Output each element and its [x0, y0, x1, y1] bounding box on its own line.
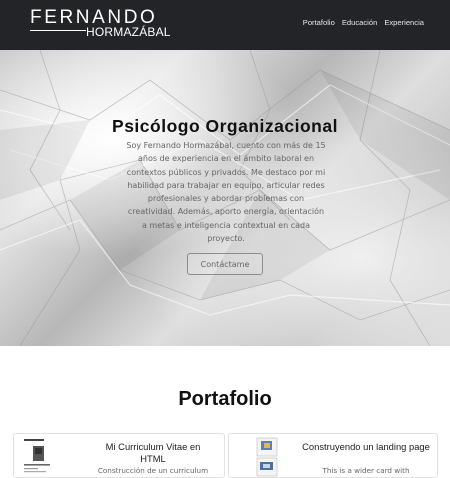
nav-link-educacion[interactable]: Educación	[342, 18, 377, 27]
card-title: Mi Curriculum Vitae en HTML	[105, 441, 201, 464]
navbar: FERNANDO HORMAZÁBAL Portafolio Educación…	[0, 0, 450, 50]
hero-description-line: profesionales y abordar problemas con	[147, 194, 305, 204]
hero-description-line: a metas e inteligencia contextual en cad…	[141, 220, 310, 230]
nav-link-portafolio[interactable]: Portafolio	[303, 18, 335, 27]
portfolio-card-cv[interactable]: Mi Curriculum Vitae en HTML Construcción…	[13, 433, 225, 478]
brand-last-name: HORMAZÁBAL	[86, 25, 171, 39]
hero-section: Psicólogo Organizacional Soy Fernando Ho…	[0, 50, 450, 346]
card-title: Construyendo un landing page	[302, 441, 430, 452]
hero-description: Soy Fernando Hormazábal, cuento con más …	[115, 139, 337, 245]
hero-description-line: proyecto.	[207, 234, 245, 244]
cv-thumbnail-image	[22, 437, 72, 477]
hero-description-line: Soy Fernando Hormazábal, cuento con más …	[126, 141, 326, 150]
hero-description-line: contextos públicos y privados. Me destac…	[126, 167, 326, 177]
portfolio-card-landing[interactable]: Construyendo un landing page This is a w…	[228, 433, 438, 478]
nav-menu: Portafolio Educación Experiencia	[303, 18, 424, 27]
contact-button[interactable]: Contáctame	[187, 253, 263, 275]
hero-title: Psicólogo Organizacional	[112, 116, 338, 136]
portfolio-title: Portafolio	[178, 388, 272, 410]
hero-description-line: habilidad para trabajar en equipo, artic…	[127, 180, 325, 190]
brand-logo[interactable]: FERNANDO HORMAZÁBAL	[30, 8, 170, 39]
nav-link-experiencia[interactable]: Experiencia	[384, 18, 424, 27]
landing-thumbnail-image	[237, 437, 287, 477]
brand-rule	[30, 30, 86, 31]
hero-description-line: años de experiencia en el ámbito laboral…	[137, 154, 315, 164]
hero-description-line: creatividad. Además, aporto energía, ori…	[127, 207, 325, 217]
